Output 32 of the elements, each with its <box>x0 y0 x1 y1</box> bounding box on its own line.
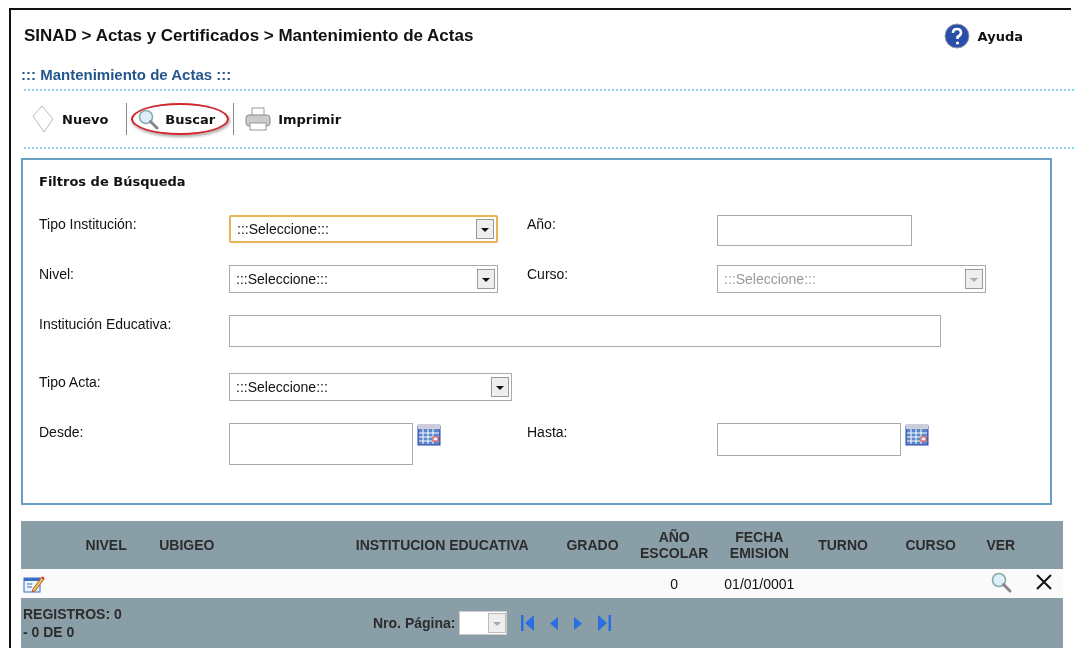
column-header: CURSO <box>885 521 976 569</box>
field-label: Año: <box>527 215 557 232</box>
column-header: NIVEL <box>61 521 152 569</box>
field-label: Hasta: <box>527 423 569 440</box>
column-header: UBIGEO <box>151 521 330 569</box>
field-label: Tipo Institución: <box>39 215 138 232</box>
column-header: TURNO <box>800 521 886 569</box>
table-cell: 01/01/0001 <box>718 569 801 598</box>
search-button[interactable]: Buscar <box>131 103 230 135</box>
column-header: VER <box>975 521 1026 569</box>
column-header: GRADO <box>555 521 631 569</box>
column-header: AÑO ESCOLAR <box>630 521 719 569</box>
dropdown[interactable]: :::Seleccione::: <box>229 373 512 401</box>
record-count: REGISTROS: 0 <box>23 604 123 623</box>
field-label: Institución Educativa: <box>39 315 173 332</box>
table-cell: 0 <box>630 569 719 598</box>
field-label: Curso: <box>527 265 570 282</box>
record-range: - 0 DE 0 <box>23 623 76 642</box>
breadcrumb: SINAD > Actas y Certificados > Mantenimiento de Actas <box>24 26 474 46</box>
column-header: FECHA EMISION <box>718 521 801 569</box>
page-label: Nro. Página: <box>373 615 456 631</box>
field-label: Tipo Acta: <box>39 373 102 390</box>
panel-title: Filtros de Búsqueda <box>39 174 187 189</box>
help-link[interactable]: Ayuda <box>943 23 1023 49</box>
page-title: ::: Mantenimiento de Actas ::: <box>21 66 233 83</box>
field-label: Desde: <box>39 423 85 440</box>
printer-button[interactable]: Imprimir <box>238 101 356 137</box>
field-label: Nivel: <box>39 265 75 282</box>
dropdown[interactable]: :::Seleccione::: <box>229 265 498 293</box>
page-button[interactable]: Nuevo <box>24 99 123 139</box>
dropdown[interactable]: :::Seleccione::: <box>229 215 498 243</box>
column-header: INSTITUCION EDUCATIVA <box>329 521 555 569</box>
